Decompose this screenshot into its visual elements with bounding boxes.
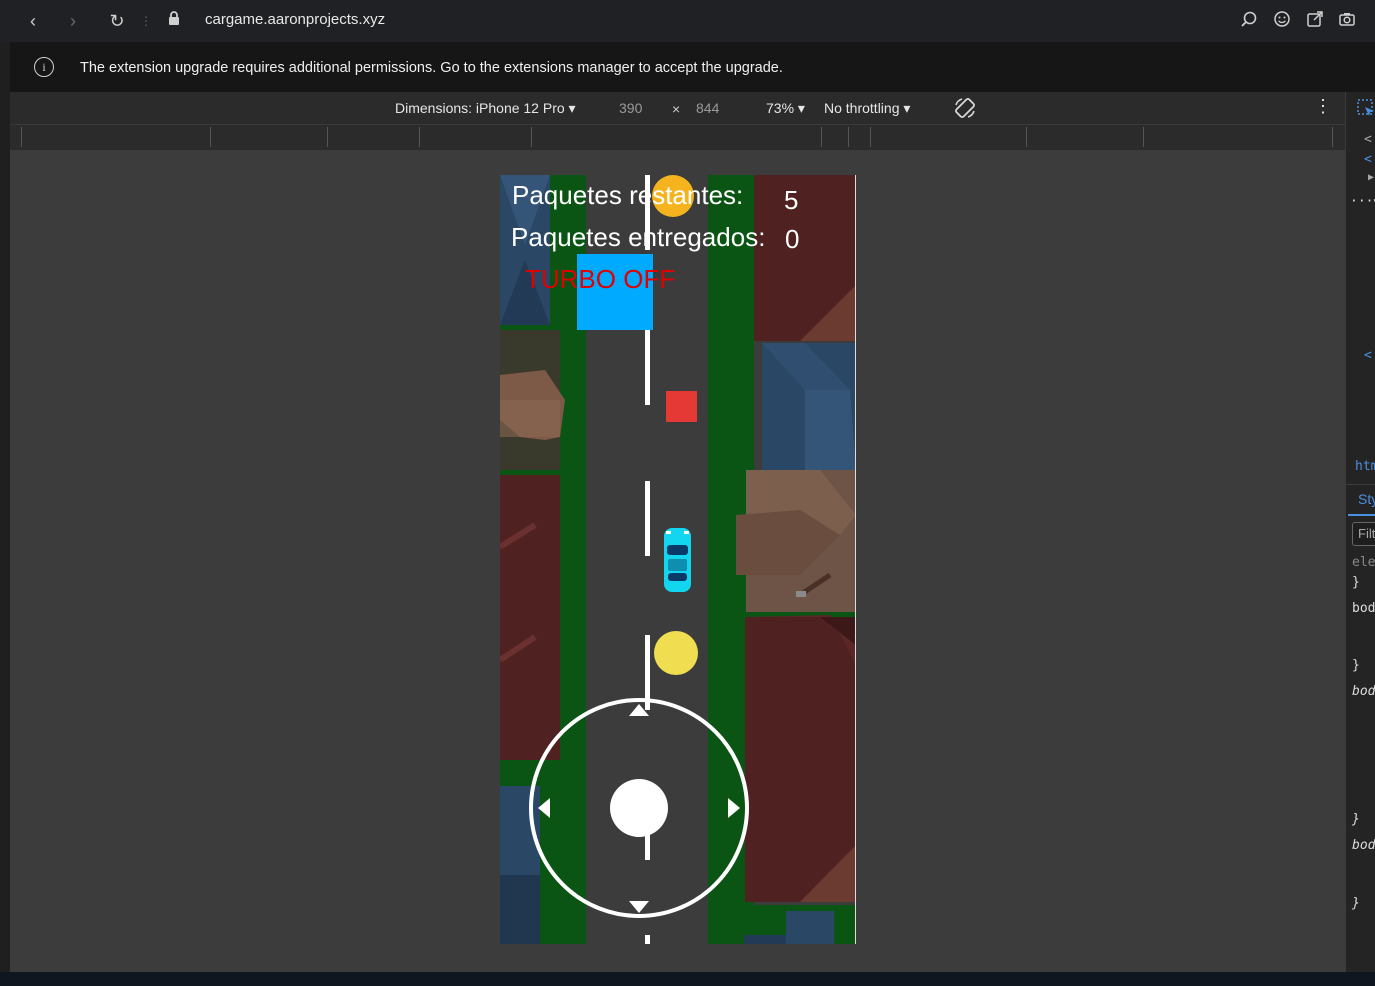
- height-input[interactable]: 844: [696, 100, 719, 116]
- devtools-line: bod: [1352, 684, 1375, 699]
- house-right-2: [762, 343, 856, 470]
- player-car: [664, 528, 691, 592]
- game-canvas[interactable]: Paquetes restantes: 5 Paquetes entregado…: [500, 175, 856, 944]
- house-left-4: [500, 786, 540, 944]
- throttling-select[interactable]: No throttling ▾: [824, 100, 910, 117]
- devtools-line: }: [1352, 658, 1360, 673]
- tab-styles[interactable]: Sty: [1358, 491, 1375, 507]
- devtools-line: bod: [1352, 838, 1375, 853]
- package-coin-yellow: [654, 631, 698, 675]
- info-message: The extension upgrade requires additiona…: [80, 60, 783, 76]
- inspect-element-icon[interactable]: [1356, 98, 1375, 123]
- joystick-down-arrow-icon[interactable]: [629, 901, 649, 913]
- devtools-line: }: [1352, 812, 1360, 827]
- separator-dots-icon: ⋮: [140, 14, 152, 28]
- media-query-ruler[interactable]: [10, 124, 1345, 151]
- rotate-icon[interactable]: [953, 96, 977, 125]
- devtools-line: ele: [1352, 555, 1375, 570]
- info-icon: i: [34, 57, 54, 77]
- device-toolbar: Dimensions: iPhone 12 Pro ▾ 390 × 844 73…: [10, 92, 1345, 124]
- lock-icon[interactable]: [163, 10, 185, 32]
- left-edge: [0, 42, 10, 986]
- camera-icon[interactable]: [1336, 10, 1358, 32]
- browser-toolbar: ‹ › ↻ ⋮ cargame.aaronprojects.xyz: [0, 0, 1375, 42]
- width-input[interactable]: 390: [619, 100, 642, 116]
- joystick-knob[interactable]: [610, 779, 668, 837]
- taskbar: [0, 972, 1375, 986]
- emoji-icon[interactable]: [1271, 10, 1293, 32]
- zoom-select[interactable]: 73% ▾: [766, 100, 805, 117]
- device-dimensions-select[interactable]: Dimensions: iPhone 12 Pro ▾: [395, 100, 576, 117]
- more-options-icon[interactable]: ⋮: [1314, 96, 1332, 117]
- remaining-packages-label: Paquetes restantes:: [512, 180, 744, 210]
- breadcrumb-html[interactable]: htm: [1355, 459, 1375, 474]
- turbo-status: TURBO OFF: [525, 264, 676, 294]
- devtools-line: }: [1352, 896, 1360, 911]
- dimension-times-label: ×: [672, 101, 681, 117]
- house-left-2: [500, 330, 565, 470]
- devtools-line: ···▼: [1350, 194, 1375, 209]
- expand-arrow-icon[interactable]: ▶: [1368, 172, 1374, 183]
- remaining-packages-value: 5: [784, 185, 799, 215]
- devtools-line: }: [1352, 575, 1360, 590]
- search-page-icon[interactable]: [1238, 10, 1260, 32]
- house-right-4: [745, 615, 856, 902]
- obstacle-square: [666, 391, 697, 422]
- house-right-3: [736, 470, 856, 612]
- back-arrow-icon[interactable]: ‹: [22, 10, 44, 32]
- share-icon[interactable]: [1304, 10, 1326, 32]
- reload-icon[interactable]: ↻: [106, 10, 128, 32]
- address-bar-url[interactable]: cargame.aaronprojects.xyz: [205, 11, 385, 28]
- devtools-panel: < <! ▶ ···▼ < htm Sty Filt ele } bod } b…: [1345, 92, 1375, 972]
- devtools-line: <!: [1364, 152, 1375, 167]
- devtools-line: <: [1364, 132, 1372, 147]
- house-left-3: [500, 475, 560, 760]
- house-right-1: [754, 175, 856, 341]
- extension-info-bar: i The extension upgrade requires additio…: [0, 42, 1375, 93]
- delivered-packages-value: 0: [785, 224, 800, 254]
- styles-filter-input[interactable]: Filt: [1358, 526, 1375, 541]
- devtools-line: bod: [1352, 601, 1375, 616]
- delivered-packages-label: Paquetes entregados:: [511, 222, 766, 252]
- devtools-line: <: [1364, 348, 1372, 363]
- forward-arrow-icon[interactable]: ›: [62, 10, 84, 32]
